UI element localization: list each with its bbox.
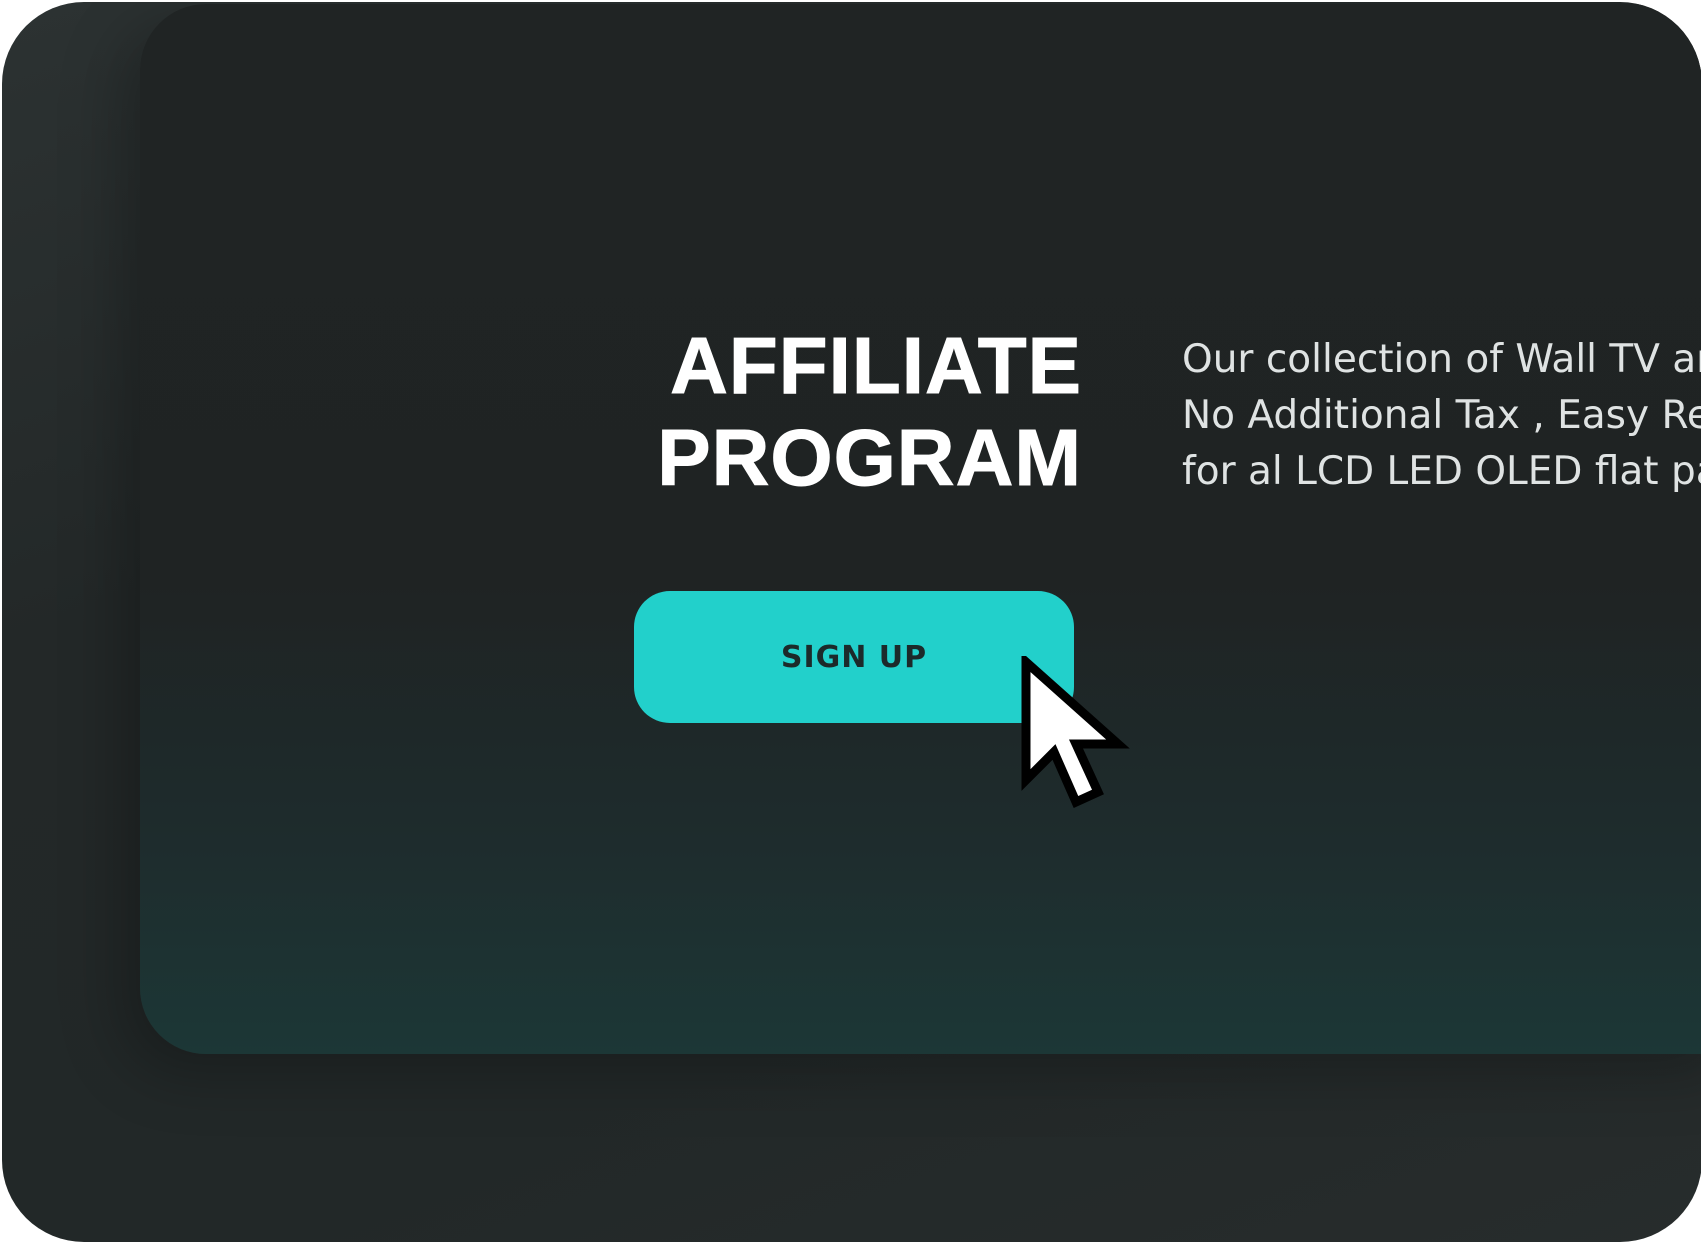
title-line-2: PROGRAM bbox=[657, 413, 1082, 503]
hero-description: Our collection of Wall TV ar No Addition… bbox=[1182, 332, 1701, 500]
page-title: AFFILIATE PROGRAM bbox=[582, 320, 1082, 504]
device-frame: AFFILIATE PROGRAM Our collection of Wall… bbox=[2, 2, 1701, 1242]
description-line-3: for al LCD LED OLED flat pa bbox=[1182, 449, 1701, 494]
screenshot-stage: AFFILIATE PROGRAM Our collection of Wall… bbox=[0, 0, 1701, 1246]
description-line-1: Our collection of Wall TV ar bbox=[1182, 337, 1701, 382]
description-line-2: No Additional Tax , Easy Re bbox=[1182, 393, 1701, 438]
sign-up-button[interactable]: SIGN UP bbox=[634, 591, 1074, 723]
hero-panel bbox=[140, 4, 1701, 1054]
mouse-pointer-icon bbox=[1021, 656, 1130, 808]
title-line-1: AFFILIATE bbox=[670, 321, 1082, 411]
